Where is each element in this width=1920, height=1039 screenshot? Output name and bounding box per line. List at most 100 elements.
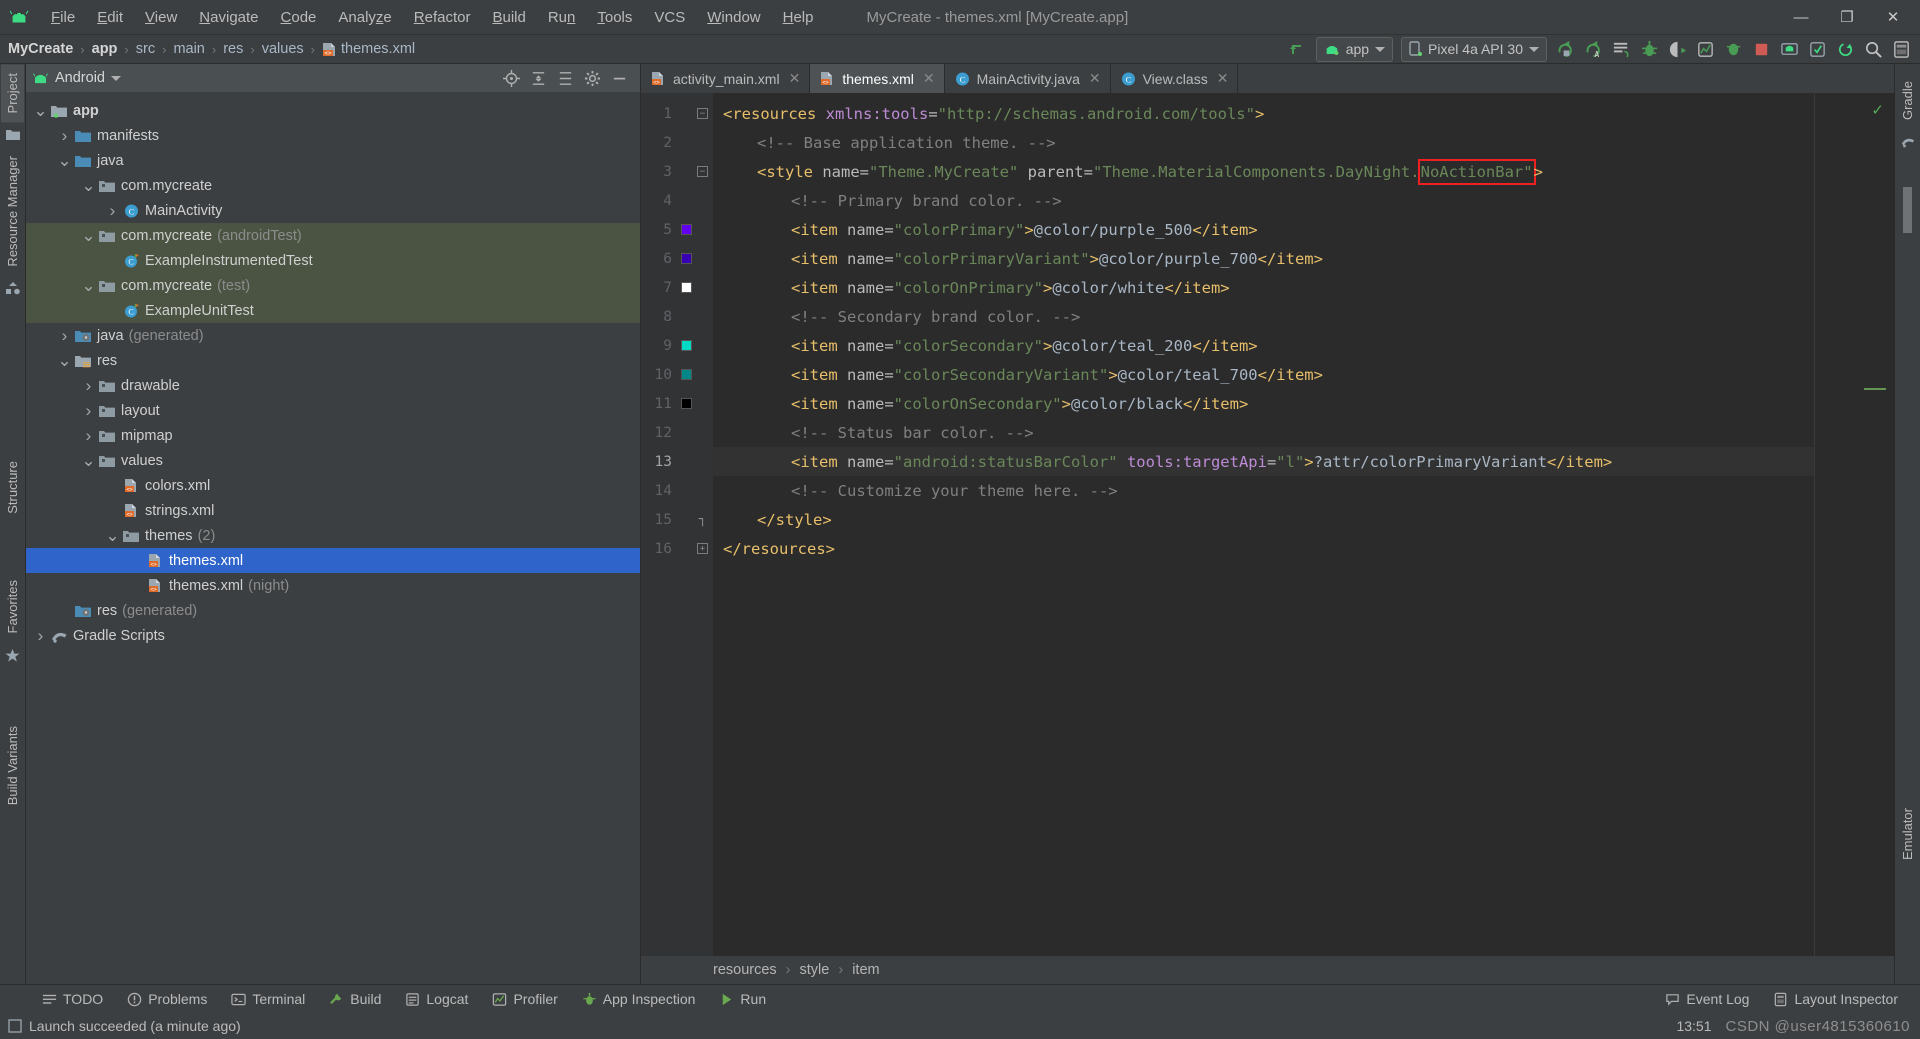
tree-item-res[interactable]: ⌄ res <box>26 348 640 373</box>
close-icon[interactable]: ✕ <box>923 70 935 87</box>
fold-collapse-icon[interactable]: − <box>697 108 708 119</box>
bottom-tab-layout-inspector[interactable]: Layout Inspector <box>1761 986 1910 1013</box>
search-everywhere-icon[interactable] <box>1860 37 1886 62</box>
menu-edit[interactable]: Edit <box>86 6 134 29</box>
menu-help[interactable]: Help <box>772 6 825 29</box>
code-line[interactable]: <item name = "android:statusBarColor" tool… <box>713 447 1814 476</box>
run-with-coverage-icon[interactable] <box>1664 37 1690 62</box>
fold-expand-icon[interactable]: + <box>697 543 708 554</box>
chevron-right-icon[interactable]: › <box>56 126 73 146</box>
tool-tab-structure[interactable]: Structure <box>1 452 24 523</box>
chevron-down-icon[interactable]: ⌄ <box>56 352 73 369</box>
gutter-line[interactable]: 14 <box>641 476 713 505</box>
tool-tab-build-variants[interactable]: Build Variants <box>1 717 24 814</box>
chevron-right-icon[interactable]: › <box>56 326 73 346</box>
attach-debugger-icon[interactable] <box>1720 37 1746 62</box>
fold-collapse-icon[interactable]: − <box>697 166 708 177</box>
editor-tab-mainactivity-java[interactable]: C MainActivity.java ✕ <box>945 64 1111 93</box>
code-line[interactable]: <!-- Customize your theme here. --> <box>713 476 1814 505</box>
menu-build[interactable]: Build <box>481 6 536 29</box>
code-line[interactable]: <resources xmlns:tools = "http://schemas.a… <box>713 99 1814 128</box>
menu-run[interactable]: Run <box>537 6 587 29</box>
bottom-tab-logcat[interactable]: Logcat <box>393 986 480 1013</box>
run-configuration-selector[interactable]: app <box>1315 36 1394 62</box>
tool-tab-gradle[interactable]: Gradle <box>1896 72 1919 129</box>
tree-item-values[interactable]: ⌄ values <box>26 448 640 473</box>
breadcrumb-app[interactable]: app <box>92 41 118 57</box>
editor-tab-bar[interactable]: <> activity_main.xml ✕ <> themes.xml ✕ C MainAc… <box>641 64 1894 93</box>
tree-item-layout[interactable]: › layout <box>26 398 640 423</box>
color-preview-swatch[interactable] <box>681 340 692 351</box>
tool-tab-project[interactable]: Project <box>1 64 24 123</box>
bottom-tab-problems[interactable]: Problems <box>115 986 219 1013</box>
gutter-line[interactable]: 8 <box>641 302 713 331</box>
stop-icon[interactable] <box>1748 37 1774 62</box>
fold-end-icon[interactable]: ┐ <box>697 512 708 527</box>
project-tree[interactable]: ⌄ app › manifests ⌄ java ⌄ com.mycreate › C MainAc… <box>26 92 640 984</box>
gutter-line[interactable]: 11 <box>641 389 713 418</box>
chevron-down-icon[interactable]: ⌄ <box>32 102 49 119</box>
breadcrumb-file[interactable]: <> themes.xml <box>322 41 415 57</box>
gutter-line[interactable]: 12 <box>641 418 713 447</box>
apply-changes-icon[interactable] <box>1552 37 1578 62</box>
bottom-tab-todo[interactable]: TODO <box>30 986 115 1013</box>
menu-navigate[interactable]: Navigate <box>188 6 269 29</box>
code-line[interactable]: <!-- Status bar color. --> <box>713 418 1814 447</box>
debug-icon[interactable] <box>1636 37 1662 62</box>
code-line[interactable]: <!-- Primary brand color. --> <box>713 186 1814 215</box>
color-preview-swatch[interactable] <box>681 253 692 264</box>
chevron-right-icon[interactable]: › <box>32 626 49 646</box>
editor-tab-themes-xml[interactable]: <> themes.xml ✕ <box>810 64 945 93</box>
tree-item-exampleinstrumentedtest[interactable]: C ExampleInstrumentedTest <box>26 248 640 273</box>
project-view-selector[interactable]: Android <box>32 70 121 86</box>
menu-code[interactable]: Code <box>270 6 328 29</box>
editor-crumb-resources[interactable]: resources <box>713 962 777 978</box>
code-line[interactable]: <!-- Secondary brand color. --> <box>713 302 1814 331</box>
tree-item-java[interactable]: › java (generated) <box>26 323 640 348</box>
minimize-button[interactable]: — <box>1778 0 1824 34</box>
tree-item-drawable[interactable]: › drawable <box>26 373 640 398</box>
bottom-tab-event-log[interactable]: Event Log <box>1653 986 1761 1013</box>
bottom-tab-build[interactable]: Build <box>317 986 393 1013</box>
editor-gutter[interactable]: 1−2 3−4 5 6 7 8 9 10 11 12 13 14 15 ┐ 16 + <box>641 93 713 956</box>
code-line[interactable]: <item name = "colorPrimaryVariant" > @color/… <box>713 244 1814 273</box>
editor-tab-view-class[interactable]: C View.class ✕ <box>1111 64 1239 93</box>
bottom-tab-profiler[interactable]: Profiler <box>480 986 569 1013</box>
editor-crumb-item[interactable]: item <box>852 962 879 978</box>
gutter-line[interactable]: 13 <box>641 447 713 476</box>
menu-tools[interactable]: Tools <box>586 6 643 29</box>
favorites-star-icon[interactable] <box>5 642 20 669</box>
gutter-line[interactable]: 3− <box>641 157 713 186</box>
color-preview-swatch[interactable] <box>681 398 692 409</box>
close-icon[interactable]: ✕ <box>789 70 801 87</box>
apply-code-changes-icon[interactable]: A <box>1580 37 1606 62</box>
menu-analyze[interactable]: Analyze <box>327 6 402 29</box>
gutter-line[interactable]: 7 <box>641 273 713 302</box>
gutter-line[interactable]: 4 <box>641 186 713 215</box>
gradle-icon[interactable] <box>1901 129 1915 155</box>
bottom-tab-terminal[interactable]: Terminal <box>219 986 317 1013</box>
gutter-line[interactable]: 10 <box>641 360 713 389</box>
chevron-down-icon[interactable]: ⌄ <box>56 152 73 169</box>
bottom-tool-bar[interactable]: TODO Problems Terminal Build Logcat Profiler A… <box>0 984 1920 1013</box>
avd-manager-icon[interactable] <box>1776 37 1802 62</box>
close-icon[interactable]: ✕ <box>1217 70 1229 87</box>
tree-item-mainactivity[interactable]: › C MainActivity <box>26 198 640 223</box>
tool-tab-emulator[interactable]: Emulator <box>1896 799 1919 869</box>
breadcrumb-src[interactable]: src <box>136 41 155 57</box>
device-file-explorer-icon[interactable] <box>1903 181 1912 239</box>
chevron-right-icon[interactable]: › <box>80 401 97 421</box>
tree-item-themes-xml[interactable]: <> themes.xml <box>26 548 640 573</box>
tree-item-com-mycreate[interactable]: ⌄ com.mycreate (androidTest) <box>26 223 640 248</box>
chevron-right-icon[interactable]: › <box>80 426 97 446</box>
gutter-line[interactable]: 2 <box>641 128 713 157</box>
device-selector[interactable]: Pixel 4a API 30 <box>1401 36 1547 62</box>
tree-item-strings-xml[interactable]: <> strings.xml <box>26 498 640 523</box>
gutter-line[interactable]: 1− <box>641 99 713 128</box>
gutter-line[interactable]: 15 ┐ <box>641 505 713 534</box>
close-button[interactable]: ✕ <box>1870 0 1916 34</box>
tree-item-mipmap[interactable]: › mipmap <box>26 423 640 448</box>
color-preview-swatch[interactable] <box>681 224 692 235</box>
tree-item-app[interactable]: ⌄ app <box>26 98 640 123</box>
tool-tab-resource-manager[interactable]: Resource Manager <box>1 147 24 276</box>
